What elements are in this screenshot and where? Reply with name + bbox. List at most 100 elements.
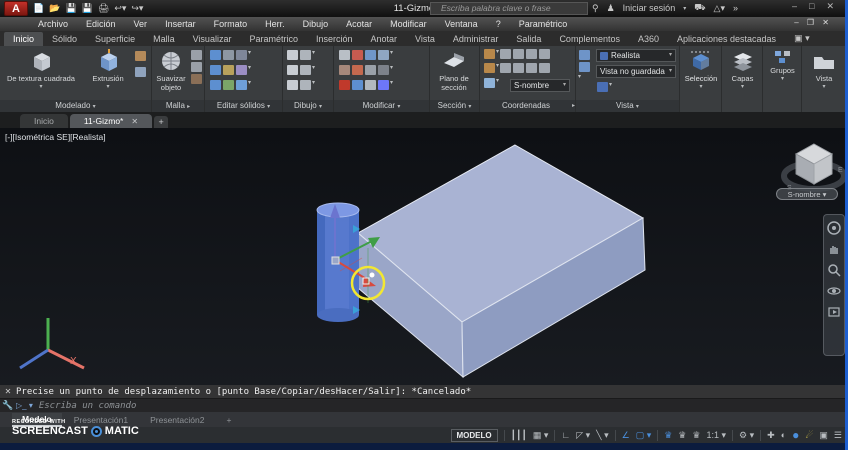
offset-icon[interactable]: [352, 80, 363, 90]
customization-menu-icon[interactable]: ☰: [834, 429, 842, 441]
ucs-origin-icon[interactable]: [484, 63, 495, 73]
panel-label-seccion[interactable]: Sección ▾: [430, 100, 479, 112]
move-3d-icon[interactable]: [339, 50, 350, 60]
autocad-variables-icon[interactable]: ☄: [805, 429, 813, 441]
subtract-icon[interactable]: [210, 65, 221, 75]
snap-mode-icon[interactable]: ▦ ▾: [533, 429, 549, 441]
showmotion-icon[interactable]: [827, 305, 841, 319]
mesh-extrude-face-icon[interactable]: [191, 74, 202, 84]
separate-icon[interactable]: [236, 80, 247, 90]
ucs-y-icon[interactable]: [526, 63, 537, 73]
close-command-window-icon[interactable]: ✕: [0, 387, 16, 396]
mesh-add-crease-icon[interactable]: [191, 62, 202, 72]
toolbar-overflow-icon[interactable]: »: [733, 3, 738, 13]
menu-modificar[interactable]: Modificar: [382, 19, 435, 29]
circle-tool-icon[interactable]: [300, 65, 311, 75]
save-as-icon[interactable]: 💾: [82, 1, 93, 16]
explode-icon[interactable]: [378, 80, 389, 90]
box-primitive-button[interactable]: De textura cuadrada▾: [6, 48, 76, 90]
pan-icon[interactable]: [827, 242, 841, 256]
menu-archivo[interactable]: Archivo: [30, 19, 76, 29]
align-3d-icon[interactable]: [378, 50, 389, 60]
arc-tool-icon[interactable]: [300, 50, 311, 60]
customization-plus-icon[interactable]: ✚: [767, 429, 775, 441]
ribbon-tab-parametrico[interactable]: Paramétrico: [240, 32, 307, 46]
new-file-icon[interactable]: 📄: [33, 1, 44, 16]
slice-icon[interactable]: [236, 50, 247, 60]
panel-label-malla[interactable]: Malla ▸: [152, 100, 204, 112]
object-snap-icon[interactable]: ▢ ▾: [636, 429, 652, 441]
menu-formato[interactable]: Formato: [206, 19, 256, 29]
ribbon-tab-superficie[interactable]: Superficie: [86, 32, 144, 46]
array-icon[interactable]: [365, 80, 376, 90]
ribbon-display-toggle-icon[interactable]: ▣ ▾: [785, 31, 819, 46]
print-icon[interactable]: 🖨: [98, 1, 109, 16]
layout-tab-presentacion2[interactable]: Presentación2: [140, 414, 214, 426]
panel-label-dibujo[interactable]: Dibujo ▾: [283, 100, 333, 112]
panel-label-coordenadas[interactable]: Coordenadas ▸: [480, 100, 575, 112]
rotate-3d-icon[interactable]: [352, 50, 363, 60]
viewcube-toggle-icon[interactable]: [597, 82, 608, 92]
vista2-panel-button[interactable]: Vista▾: [802, 48, 846, 90]
ucs-object-icon[interactable]: [539, 49, 550, 59]
sign-in-button[interactable]: Iniciar sesión: [623, 3, 676, 13]
mirror-3d-icon[interactable]: [365, 65, 376, 75]
polar-tracking-icon[interactable]: ◸ ▾: [576, 429, 590, 441]
ucs-view-icon[interactable]: [500, 63, 511, 73]
taper-faces-icon[interactable]: [223, 80, 234, 90]
file-tab-drawing[interactable]: 11-Gizmo*✕: [70, 114, 152, 128]
named-views-icon[interactable]: [579, 62, 590, 72]
sign-in-caret-icon[interactable]: ▾: [683, 5, 686, 12]
menu-ver[interactable]: Ver: [126, 19, 156, 29]
redo-icon[interactable]: ↪▾: [131, 1, 143, 16]
presspull-icon[interactable]: [135, 67, 146, 77]
chamfer-icon[interactable]: [378, 65, 389, 75]
visual-style-combo[interactable]: Realista▾: [596, 49, 676, 62]
zoom-extents-icon[interactable]: [827, 263, 841, 277]
extrude-faces-icon[interactable]: [223, 50, 234, 60]
menu-dibujo[interactable]: Dibujo: [295, 19, 337, 29]
ribbon-tab-malla[interactable]: Malla: [144, 32, 184, 46]
line-tool-icon[interactable]: [287, 65, 298, 75]
navigation-bar[interactable]: [823, 214, 845, 356]
fillet-edge-icon[interactable]: [223, 65, 234, 75]
annotation-scale-icon[interactable]: ♛: [692, 429, 700, 441]
command-wrench-icon[interactable]: 🔧: [0, 400, 16, 411]
ortho-mode-icon[interactable]: ∟: [561, 429, 570, 441]
ribbon-tab-a360[interactable]: A360: [629, 32, 668, 46]
viewport-config-icon[interactable]: [579, 50, 590, 60]
hatch-tool-icon[interactable]: [300, 80, 311, 90]
ucs-z-icon[interactable]: [539, 63, 550, 73]
maximize-button[interactable]: □: [809, 1, 814, 12]
isolate-objects-icon[interactable]: ◐: [781, 429, 786, 441]
capas-panel-button[interactable]: Capas▾: [722, 48, 763, 90]
menu-herr[interactable]: Herr.: [257, 19, 293, 29]
rectangle-tool-icon[interactable]: [287, 50, 298, 60]
ribbon-tab-salida[interactable]: Salida: [507, 32, 550, 46]
viewcube-ucs-combo[interactable]: S-nombre ▾: [776, 188, 838, 200]
a360-icon[interactable]: △▾: [714, 3, 725, 14]
ribbon-tab-inicio[interactable]: Inicio: [4, 32, 43, 46]
gizmo-origin-box[interactable]: [332, 257, 339, 264]
viewcube[interactable]: S E: [784, 144, 844, 192]
close-button[interactable]: ✕: [826, 1, 834, 12]
orbit-icon[interactable]: [827, 284, 841, 298]
minimize-button[interactable]: –: [792, 1, 797, 12]
extrusion-button[interactable]: Extrusión▾: [86, 48, 130, 90]
ribbon-tab-aplicaciones[interactable]: Aplicaciones destacadas: [668, 32, 785, 46]
model-space-button[interactable]: MODELO: [451, 429, 498, 442]
polyline-tool-icon[interactable]: [287, 80, 298, 90]
named-view-combo[interactable]: Vista no guardada▾: [596, 65, 676, 78]
workspace-switching-icon[interactable]: ⚙ ▾: [739, 429, 754, 441]
document-window-controls[interactable]: – ❐ ✕: [794, 18, 832, 27]
app-store-cart-icon[interactable]: ⛟: [694, 2, 705, 14]
file-tab-inicio[interactable]: Inicio: [20, 114, 68, 128]
erase-icon[interactable]: [339, 65, 350, 75]
drawing-canvas[interactable]: X S E: [0, 128, 848, 385]
smooth-object-button[interactable]: Suavizar objeto: [153, 48, 189, 92]
close-tab-icon[interactable]: ✕: [131, 117, 138, 126]
ribbon-tab-visualizar[interactable]: Visualizar: [184, 32, 241, 46]
trim-icon[interactable]: [339, 80, 350, 90]
ucs-named-combo[interactable]: S-nombre▾: [510, 79, 570, 92]
ribbon-tab-complementos[interactable]: Complementos: [550, 32, 629, 46]
